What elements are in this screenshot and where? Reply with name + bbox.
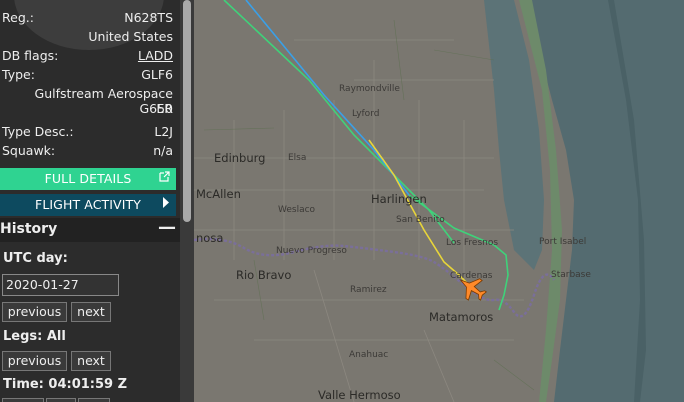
flight-activity-label: FLIGHT ACTIVITY xyxy=(35,197,141,212)
date-input-value: 2020-01-27 xyxy=(6,277,79,292)
partial-button-2[interactable] xyxy=(46,398,76,402)
date-input[interactable]: 2020-01-27 xyxy=(2,274,119,296)
place-elsa: Elsa xyxy=(288,153,307,163)
full-details-label: FULL DETAILS xyxy=(44,171,132,186)
leg-next-button[interactable]: next xyxy=(71,351,111,371)
map-view[interactable]: Raymondville Lyford Edinburg Elsa McAlle… xyxy=(194,0,684,402)
place-reynosa-partial: nosa xyxy=(196,231,224,245)
typedesc-row: Type Desc.: L2J xyxy=(0,124,173,140)
place-valle-hermoso: Valle Hermoso xyxy=(318,388,401,402)
history-title: History xyxy=(0,221,58,237)
place-matamoros: Matamoros xyxy=(429,310,494,324)
chevron-right-icon xyxy=(162,197,170,212)
reg-row: Reg.: N628TS xyxy=(0,10,173,26)
partial-button-1[interactable] xyxy=(2,398,44,402)
place-lyford: Lyford xyxy=(352,109,380,119)
place-ramirez: Ramirez xyxy=(350,285,387,295)
type-name-line2: ER xyxy=(156,101,173,116)
type-label: Type: xyxy=(2,67,35,82)
place-los-fresnos: Los Fresnos xyxy=(446,238,499,248)
place-nuevo-progreso: Nuevo Progreso xyxy=(276,246,347,256)
place-weslaco: Weslaco xyxy=(278,205,316,215)
place-starbase: Starbase xyxy=(551,270,591,280)
time-label: Time: 04:01:59 Z xyxy=(3,377,128,392)
dbflags-row: DB flags: LADD xyxy=(0,48,173,64)
place-harlingen: Harlingen xyxy=(371,192,427,206)
place-port-isabel: Port Isabel xyxy=(539,237,587,247)
sidebar-scrollbar-thumb[interactable] xyxy=(183,0,191,222)
track-green-2 xyxy=(408,194,509,311)
leg-previous-button[interactable]: previous xyxy=(2,351,67,371)
reg-label: Reg.: xyxy=(2,10,34,25)
type-value: GLF6 xyxy=(141,67,173,82)
squawk-row: Squawk: n/a xyxy=(0,143,173,159)
aircraft-sidebar: Reg.: N628TS United States DB flags: LAD… xyxy=(0,0,180,402)
day-previous-button[interactable]: previous xyxy=(2,302,67,322)
place-edinburg: Edinburg xyxy=(214,151,266,165)
place-san-benito: San Benito xyxy=(396,215,445,225)
day-next-button[interactable]: next xyxy=(71,302,111,322)
map-canvas xyxy=(194,0,684,402)
place-anahuac: Anahuac xyxy=(349,350,389,360)
place-raymondville: Raymondville xyxy=(339,84,400,94)
place-mcallen: McAllen xyxy=(196,187,241,201)
utc-day-label: UTC day: xyxy=(3,251,68,266)
dbflags-label: DB flags: xyxy=(2,48,59,63)
track-yellow xyxy=(368,139,473,289)
squawk-value: n/a xyxy=(153,143,173,158)
place-rio-bravo: Rio Bravo xyxy=(236,268,292,282)
external-link-icon xyxy=(159,171,170,186)
typedesc-value: L2J xyxy=(154,124,173,139)
minor-roads xyxy=(203,19,535,391)
track-green-1 xyxy=(223,0,455,244)
collapse-icon[interactable]: — xyxy=(158,217,176,238)
reg-value: N628TS xyxy=(124,10,173,25)
squawk-label: Squawk: xyxy=(2,143,56,158)
country-value: United States xyxy=(88,29,173,44)
type-row: Type: GLF6 xyxy=(0,67,173,83)
place-cardenas: Cardenas xyxy=(450,271,493,281)
flight-activity-button[interactable]: FLIGHT ACTIVITY xyxy=(0,194,176,216)
partial-button-3[interactable] xyxy=(78,398,110,402)
history-header[interactable]: History — xyxy=(0,217,180,242)
legs-label: Legs: All xyxy=(3,329,66,344)
full-details-button[interactable]: FULL DETAILS xyxy=(0,168,176,190)
road-network xyxy=(194,39,524,402)
dbflags-link[interactable]: LADD xyxy=(138,48,173,63)
typedesc-label: Type Desc.: xyxy=(2,124,74,139)
